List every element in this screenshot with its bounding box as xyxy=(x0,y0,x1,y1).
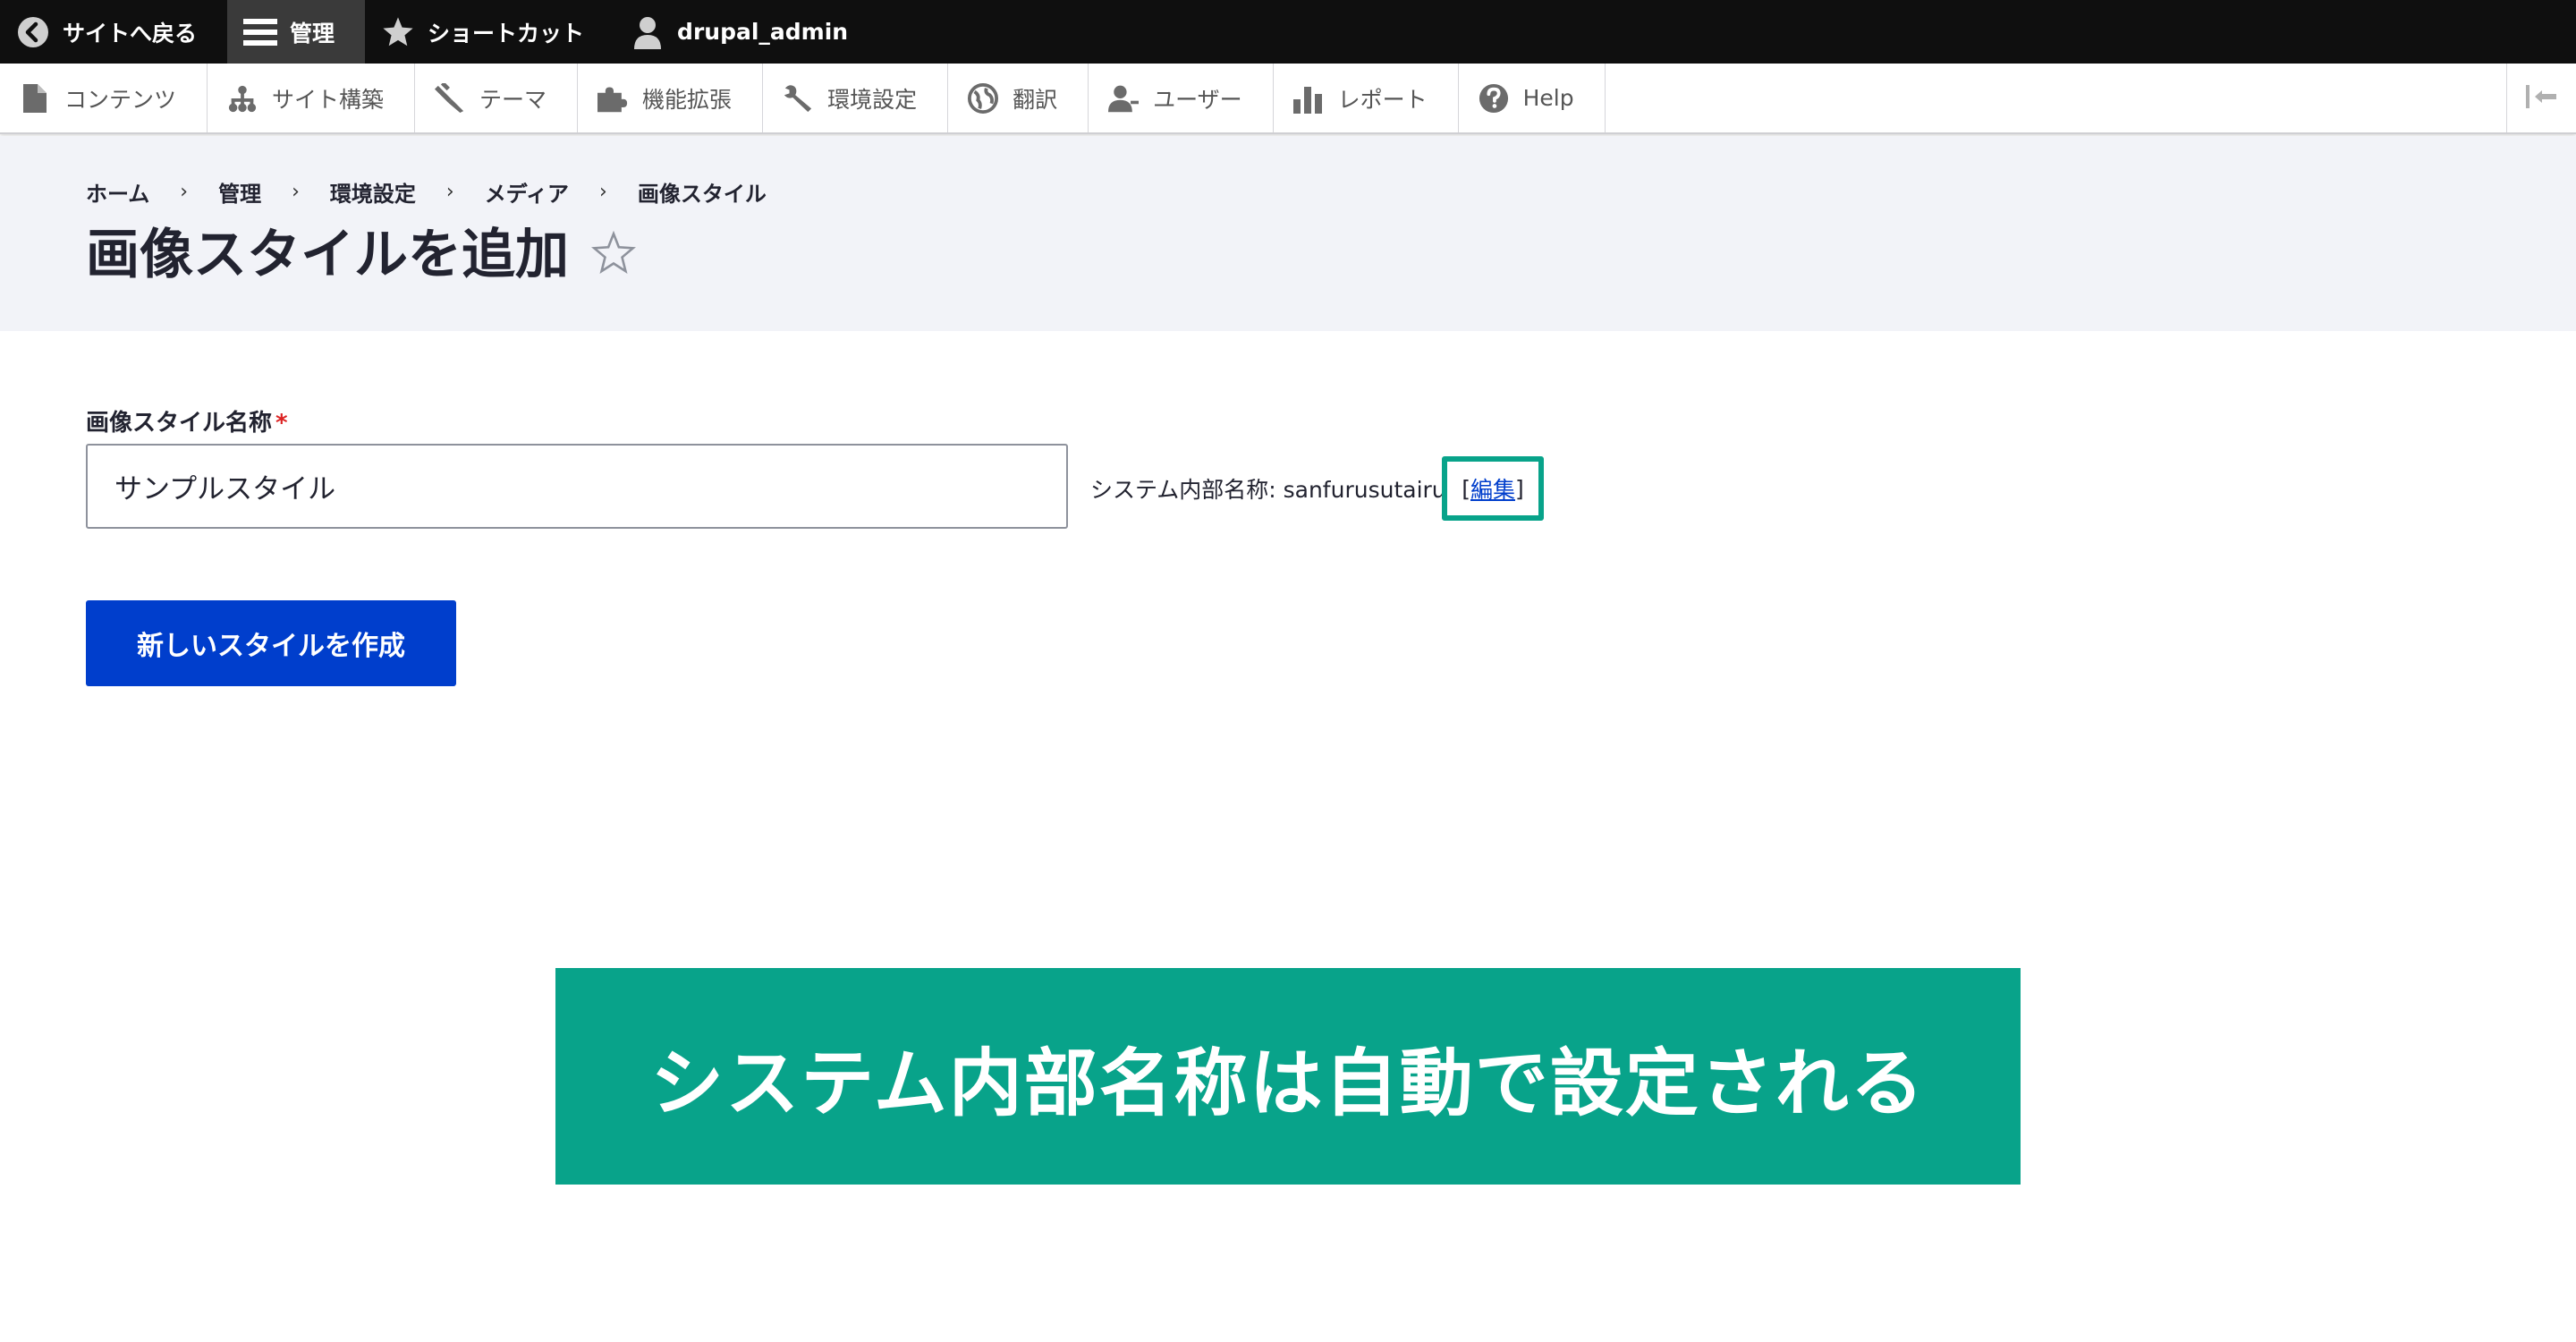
shortcuts-tab[interactable]: ショートカット xyxy=(365,0,614,64)
machine-name-text: システム内部名称: sanfurusutairu xyxy=(1090,477,1446,503)
tray-item-structure[interactable]: サイト構築 xyxy=(208,64,416,132)
tray-item-appearance[interactable]: テーマ xyxy=(415,64,579,132)
tray-item-label: 機能拡張 xyxy=(642,86,733,113)
breadcrumb-separator: › xyxy=(180,181,189,203)
create-style-button[interactable]: 新しいスタイルを作成 xyxy=(86,600,456,686)
admin-tray: コンテンツ サイト構築 テーマ 機能拡張 環境設定 翻訳 ユーザー レポート H… xyxy=(0,64,2576,134)
tray-item-reports[interactable]: レポート xyxy=(1274,64,1459,132)
globe-icon xyxy=(968,82,999,114)
style-name-input[interactable] xyxy=(86,444,1068,529)
style-name-label: 画像スタイル名称 * xyxy=(86,404,288,437)
breadcrumb-separator: › xyxy=(292,181,300,203)
collapse-left-icon xyxy=(2525,83,2558,114)
callout-text: システム内部名称は自動で設定される xyxy=(650,1040,1926,1126)
breadcrumb-link-admin[interactable]: 管理 xyxy=(218,176,261,208)
tray-item-content[interactable]: コンテンツ xyxy=(0,64,208,132)
manage-label: 管理 xyxy=(290,20,335,47)
machine-name-edit-highlight: [編集] xyxy=(1442,456,1544,521)
breadcrumb-link-image-styles[interactable]: 画像スタイル xyxy=(638,176,767,208)
tray-item-people[interactable]: ユーザー xyxy=(1089,64,1274,132)
paintbrush-icon xyxy=(435,82,465,114)
tray-item-configuration[interactable]: 環境設定 xyxy=(763,64,949,132)
bar-chart-icon xyxy=(1292,83,1324,114)
hamburger-menu-icon xyxy=(243,15,278,49)
tray-item-label: サイト構築 xyxy=(272,86,385,113)
username-label: drupal_admin xyxy=(677,19,849,45)
wrench-icon xyxy=(783,83,813,114)
user-add-icon xyxy=(1108,83,1140,114)
breadcrumb-separator: › xyxy=(599,181,607,203)
tray-item-label: レポート xyxy=(1337,86,1428,113)
page-title: 画像スタイルを追加 xyxy=(86,211,637,289)
sitemap-icon xyxy=(227,83,258,114)
puzzle-icon xyxy=(597,83,628,114)
tray-item-label: テーマ xyxy=(479,86,547,113)
admin-toolbar: サイトへ戻る 管理 ショートカット drupal_admin xyxy=(0,0,2576,64)
tray-orientation-toggle[interactable] xyxy=(2506,64,2576,132)
user-icon xyxy=(631,15,665,49)
tray-item-label: 翻訳 xyxy=(1013,86,1058,113)
tray-item-label: コンテンツ xyxy=(64,86,177,113)
tray-item-label: Help xyxy=(1522,85,1574,111)
style-name-label-text: 画像スタイル名称 xyxy=(86,410,273,437)
annotation-callout: システム内部名称は自動で設定される xyxy=(555,968,2021,1185)
star-icon xyxy=(381,15,415,49)
machine-name-edit-link[interactable]: 編集 xyxy=(1470,472,1515,505)
manage-tab[interactable]: 管理 xyxy=(227,0,366,64)
breadcrumb: ホーム › 管理 › 環境設定 › メディア › 画像スタイル xyxy=(86,176,767,208)
shortcut-star-icon[interactable] xyxy=(590,227,637,274)
page-header: ホーム › 管理 › 環境設定 › メディア › 画像スタイル 画像スタイルを追… xyxy=(0,136,2576,331)
tray-item-translate[interactable]: 翻訳 xyxy=(948,64,1089,132)
user-tab[interactable]: drupal_admin xyxy=(614,0,878,64)
required-marker: * xyxy=(275,410,288,437)
tray-item-label: ユーザー xyxy=(1153,86,1242,113)
breadcrumb-link-home[interactable]: ホーム xyxy=(86,176,149,208)
tray-item-label: 環境設定 xyxy=(827,86,918,113)
question-circle-icon xyxy=(1479,83,1509,114)
back-to-site-link[interactable]: サイトへ戻る xyxy=(0,0,227,64)
page-title-text: 画像スタイルを追加 xyxy=(86,224,569,286)
chevron-left-circle-icon xyxy=(16,15,50,49)
file-icon xyxy=(20,83,50,114)
breadcrumb-separator: › xyxy=(445,181,454,203)
tray-item-extend[interactable]: 機能拡張 xyxy=(578,64,764,132)
back-to-site-label: サイトへ戻る xyxy=(63,20,198,47)
breadcrumb-link-config[interactable]: 環境設定 xyxy=(330,176,416,208)
breadcrumb-link-media[interactable]: メディア xyxy=(485,176,569,208)
machine-name-preview: システム内部名称: sanfurusutairu xyxy=(1090,472,1446,505)
tray-item-help[interactable]: Help xyxy=(1459,64,1606,132)
shortcuts-label: ショートカット xyxy=(428,20,585,47)
